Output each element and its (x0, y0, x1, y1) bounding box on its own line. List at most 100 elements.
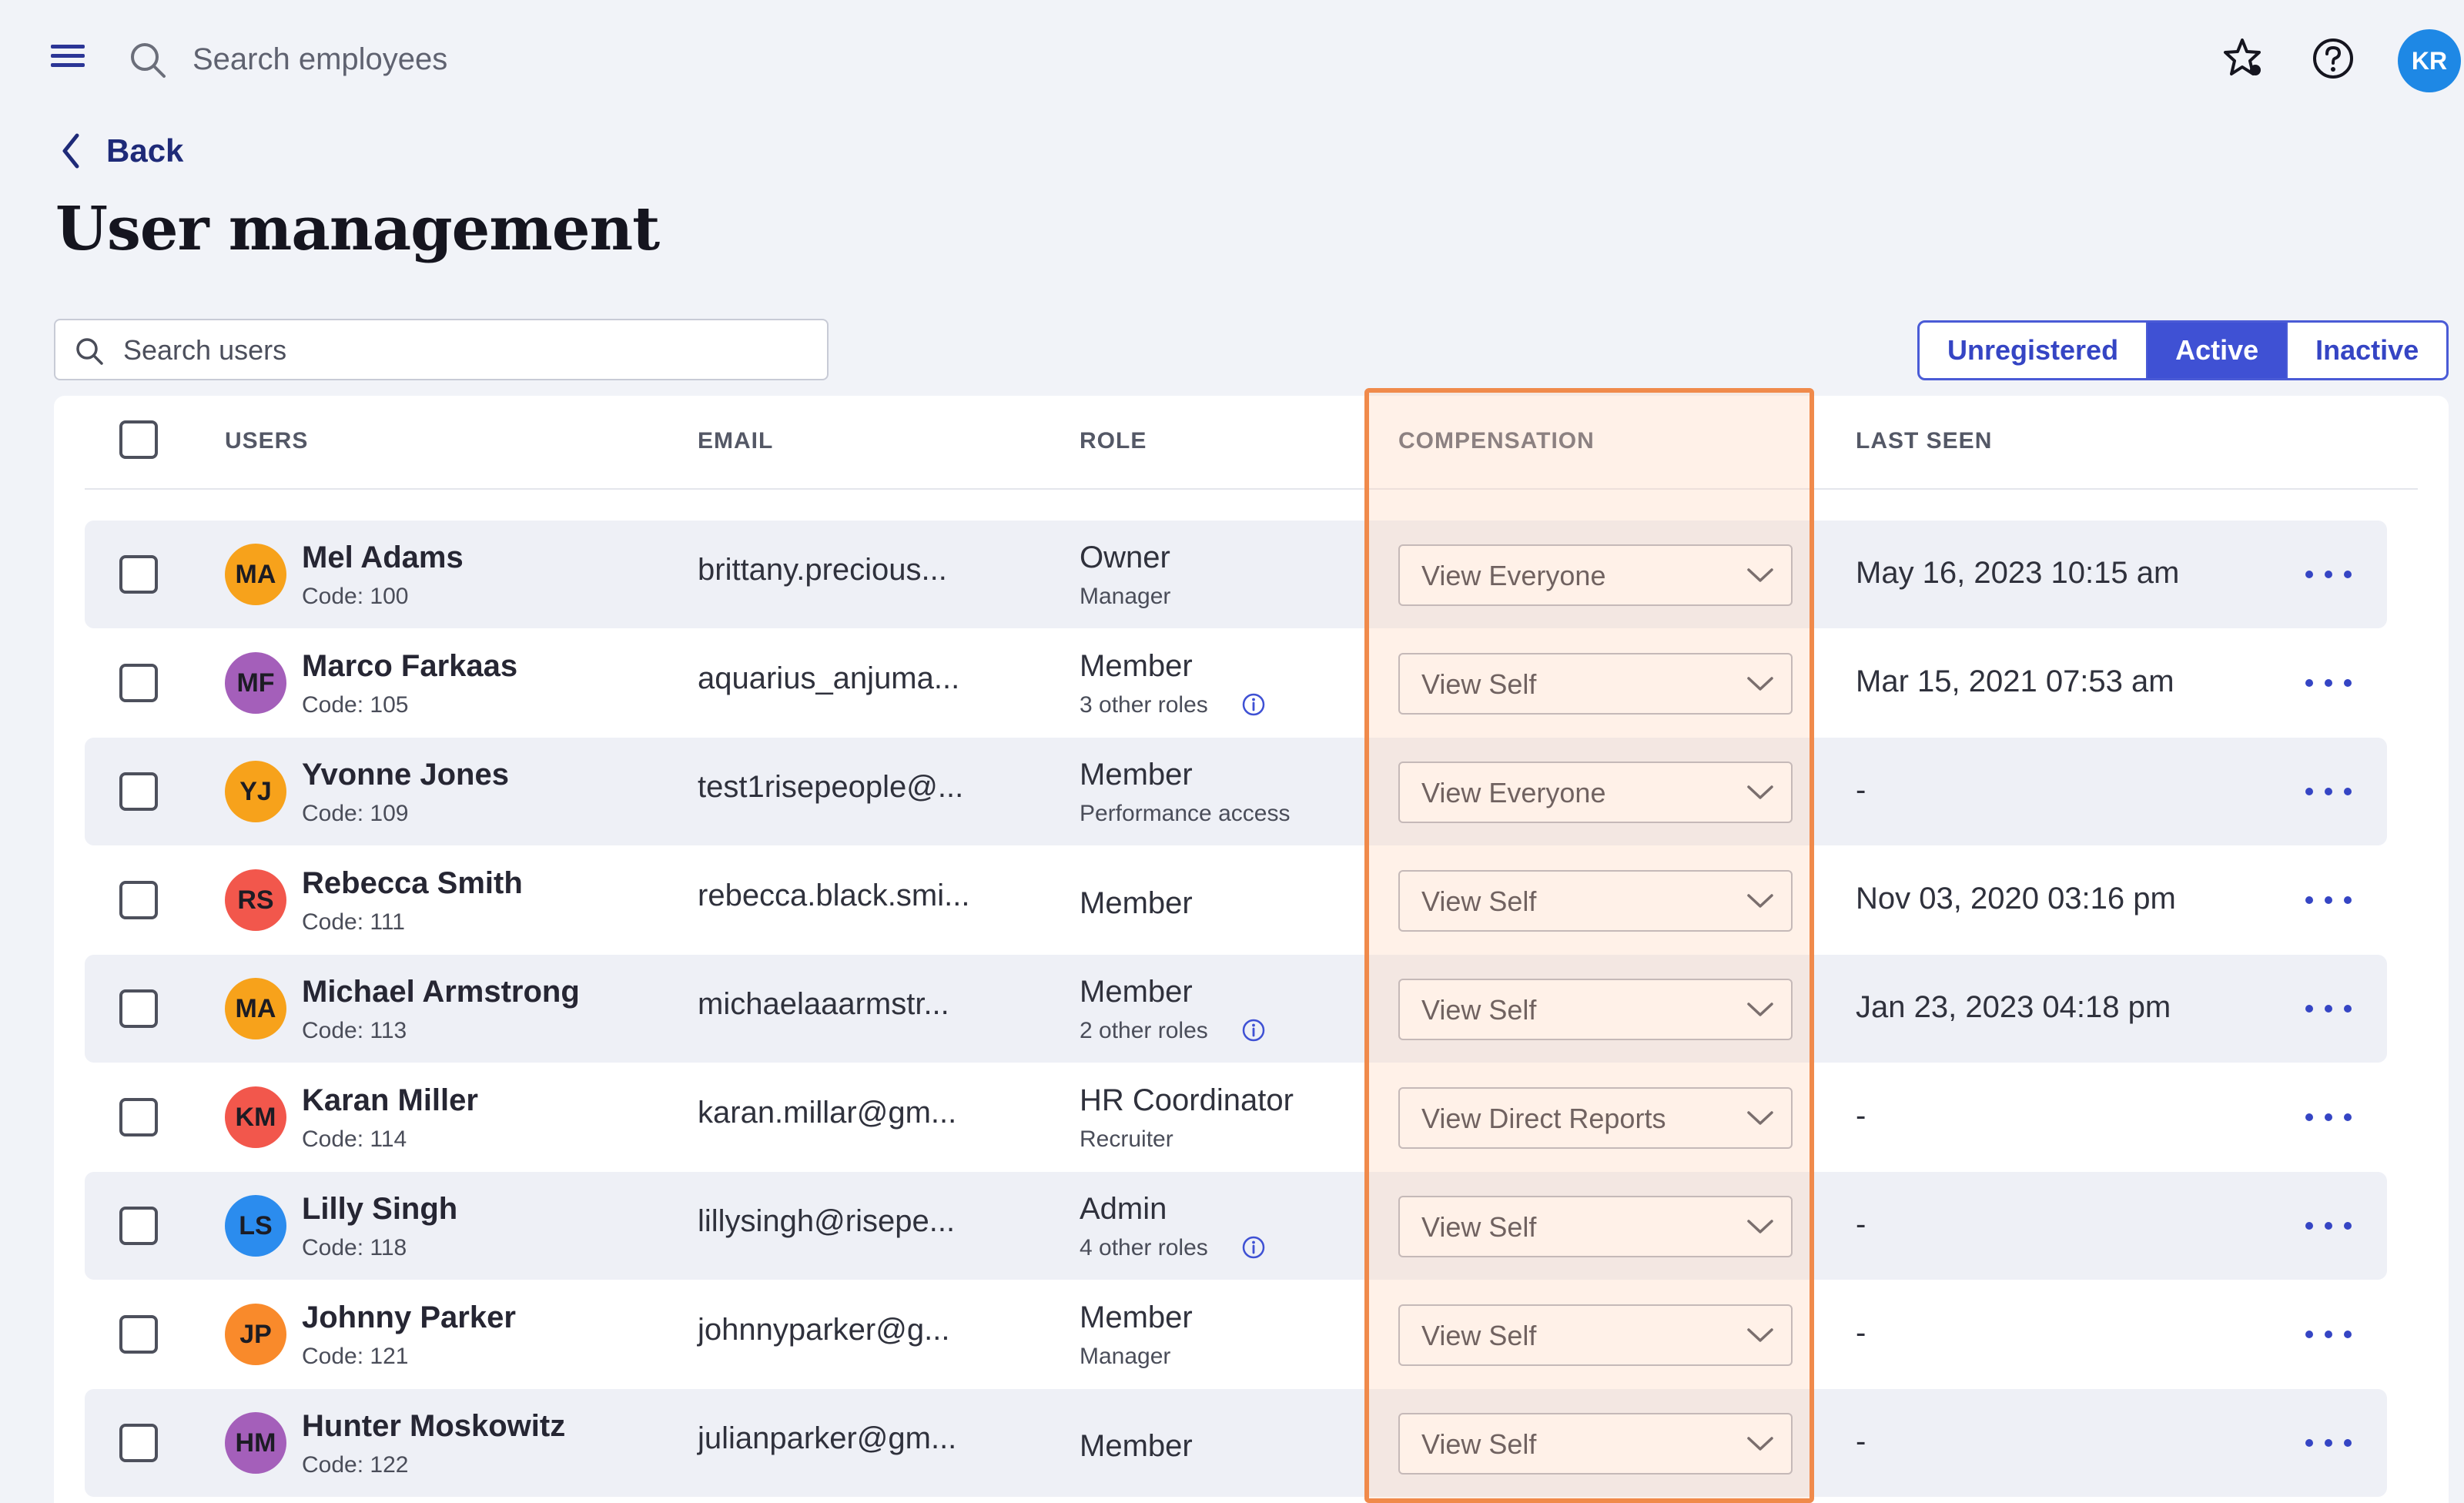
user-role: Admin (1080, 1192, 1167, 1226)
last-seen: May 16, 2023 10:15 am (1856, 556, 2180, 590)
user-name[interactable]: Hunter Moskowitz (302, 1409, 565, 1444)
row-checkbox[interactable] (119, 1315, 158, 1354)
users-search-input[interactable] (123, 328, 801, 373)
user-code: Code: 118 (302, 1235, 407, 1260)
last-seen: - (1856, 1207, 1866, 1241)
info-icon[interactable] (1241, 692, 1266, 717)
user-role: Owner (1080, 541, 1170, 574)
last-seen: Nov 03, 2020 03:16 pm (1856, 882, 2176, 916)
user-role-detail: 3 other roles (1080, 692, 1208, 718)
chevron-down-icon (1746, 1000, 1774, 1023)
column-header-role[interactable]: ROLE (1080, 428, 1147, 454)
user-name[interactable]: Yvonne Jones (302, 758, 509, 792)
user-name[interactable]: Rebecca Smith (302, 866, 523, 901)
compensation-value: View Self (1421, 885, 1537, 917)
user-role-detail: 2 other roles (1080, 1018, 1208, 1043)
user-name[interactable]: Marco Farkaas (302, 649, 517, 684)
compensation-value: View Everyone (1421, 560, 1606, 591)
row-checkbox[interactable] (119, 1207, 158, 1245)
info-icon[interactable] (1241, 1235, 1266, 1260)
status-tabs: Unregistered Active Inactive (1917, 320, 2449, 380)
column-header-users[interactable]: USERS (225, 428, 308, 454)
avatar: MA (225, 978, 286, 1039)
more-options-icon[interactable] (2305, 997, 2352, 1020)
employee-search-input[interactable] (192, 37, 886, 82)
compensation-select[interactable]: View Everyone (1398, 544, 1793, 606)
compensation-value: View Self (1421, 1428, 1537, 1460)
user-name[interactable]: Lilly Singh (302, 1192, 457, 1227)
row-checkbox[interactable] (119, 989, 158, 1028)
chevron-left-icon (62, 133, 79, 169)
row-checkbox[interactable] (119, 664, 158, 702)
user-role: Member (1080, 1429, 1193, 1463)
more-options-icon[interactable] (2305, 1214, 2352, 1237)
compensation-select[interactable]: View Self (1398, 870, 1793, 932)
compensation-select[interactable]: View Self (1398, 1413, 1793, 1475)
row-checkbox[interactable] (119, 772, 158, 811)
menu-icon[interactable] (51, 45, 85, 71)
more-options-icon[interactable] (2305, 1323, 2352, 1346)
compensation-select[interactable]: View Direct Reports (1398, 1087, 1793, 1149)
user-role-detail: Manager (1080, 584, 1171, 609)
user-email: michaelaaarmstr... (698, 987, 949, 1021)
info-icon[interactable] (1241, 1018, 1266, 1043)
chevron-down-icon (1746, 892, 1774, 914)
compensation-select[interactable]: View Self (1398, 1196, 1793, 1257)
user-name[interactable]: Mel Adams (302, 541, 464, 575)
user-role-detail: Performance access (1080, 801, 1291, 826)
user-name[interactable]: Michael Armstrong (302, 975, 580, 1009)
chevron-down-icon (1746, 566, 1774, 588)
user-avatar[interactable]: KR (2398, 29, 2461, 92)
search-icon (76, 338, 103, 365)
last-seen: Mar 15, 2021 07:53 am (1856, 664, 2174, 698)
row-checkbox[interactable] (119, 1424, 158, 1462)
compensation-select[interactable]: View Everyone (1398, 762, 1793, 823)
search-icon (131, 43, 166, 78)
more-options-icon[interactable] (2305, 1106, 2352, 1129)
user-email: lillysingh@risepe... (698, 1204, 956, 1238)
header-divider (85, 488, 2418, 490)
user-email: rebecca.black.smi... (698, 879, 970, 912)
compensation-value: View Self (1421, 994, 1537, 1026)
compensation-select[interactable]: View Self (1398, 979, 1793, 1040)
compensation-value: View Self (1421, 1320, 1537, 1351)
more-options-icon[interactable] (2305, 563, 2352, 586)
chevron-down-icon (1746, 1434, 1774, 1457)
tab-inactive[interactable]: Inactive (2288, 323, 2446, 378)
row-checkbox[interactable] (119, 1098, 158, 1136)
avatar: RS (225, 869, 286, 931)
more-options-icon[interactable] (2305, 780, 2352, 803)
column-header-last-seen[interactable]: LAST SEEN (1856, 428, 1992, 454)
select-all-checkbox[interactable] (119, 420, 158, 459)
compensation-select[interactable]: View Self (1398, 653, 1793, 715)
back-label: Back (106, 132, 184, 169)
user-code: Code: 111 (302, 909, 405, 935)
back-link[interactable]: Back (60, 132, 183, 169)
tab-active[interactable]: Active (2148, 323, 2288, 378)
avatar: LS (225, 1195, 286, 1257)
column-header-compensation[interactable]: COMPENSATION (1398, 428, 1595, 454)
chevron-down-icon (1746, 783, 1774, 805)
help-icon[interactable] (2308, 34, 2358, 83)
chevron-down-icon (1746, 1326, 1774, 1348)
star-badge-icon[interactable] (2218, 34, 2267, 83)
more-options-icon[interactable] (2305, 1431, 2352, 1454)
row-checkbox[interactable] (119, 555, 158, 594)
avatar: JP (225, 1304, 286, 1365)
compensation-select[interactable]: View Self (1398, 1304, 1793, 1366)
chevron-down-icon (1746, 1217, 1774, 1240)
compensation-value: View Direct Reports (1421, 1103, 1666, 1134)
last-seen: - (1856, 1424, 1866, 1458)
tab-unregistered[interactable]: Unregistered (1920, 323, 2148, 378)
more-options-icon[interactable] (2305, 671, 2352, 695)
compensation-value: View Everyone (1421, 777, 1606, 808)
column-header-email[interactable]: EMAIL (698, 428, 773, 454)
user-name[interactable]: Johnny Parker (302, 1300, 516, 1335)
last-seen: - (1856, 1316, 1866, 1350)
user-name[interactable]: Karan Miller (302, 1083, 478, 1118)
more-options-icon[interactable] (2305, 889, 2352, 912)
row-checkbox[interactable] (119, 881, 158, 919)
user-email: johnnyparker@g... (698, 1313, 950, 1347)
last-seen: - (1856, 773, 1866, 807)
user-email: aquarius_anjuma... (698, 661, 960, 695)
